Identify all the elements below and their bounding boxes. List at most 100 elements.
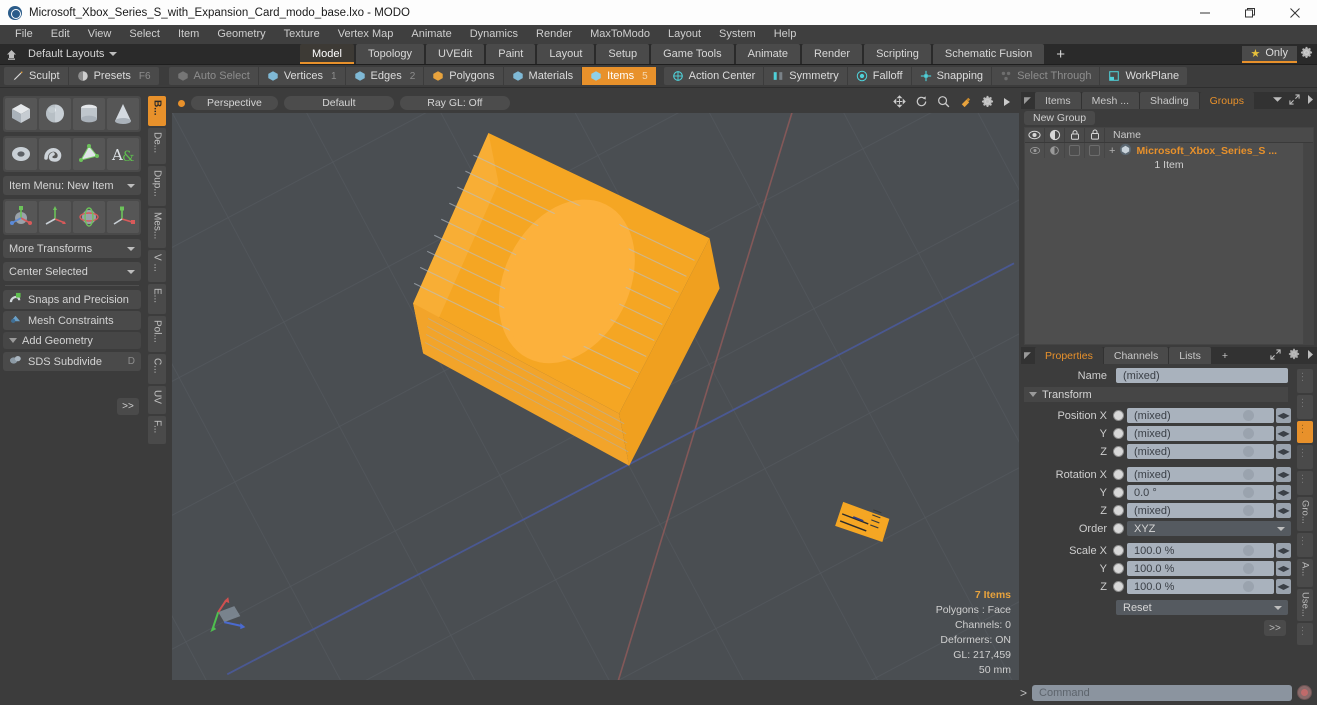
scale-x-stepper[interactable]: ◀▶	[1276, 543, 1291, 558]
expander-icon[interactable]: +	[1109, 145, 1115, 157]
rotation-x-key-toggle[interactable]	[1113, 469, 1124, 480]
menu-select[interactable]: Select	[120, 25, 169, 44]
vtab-duplicate[interactable]: Dup...	[148, 166, 166, 206]
tab-scripting[interactable]: Scripting	[864, 44, 931, 64]
tree-scrollbar[interactable]	[1304, 143, 1313, 344]
command-input[interactable]: Command	[1032, 684, 1292, 701]
tab-mesh[interactable]: Mesh ...	[1081, 92, 1140, 109]
menu-system[interactable]: System	[710, 25, 765, 44]
menu-layout[interactable]: Layout	[659, 25, 710, 44]
rvtab-5[interactable]: ...	[1297, 471, 1313, 495]
tab-add[interactable]: +	[1212, 347, 1238, 364]
tab-shading[interactable]: Shading	[1140, 92, 1199, 109]
home-icon[interactable]	[0, 48, 22, 61]
workplane-button[interactable]: WorkPlane	[1100, 67, 1187, 85]
tab-paint[interactable]: Paint	[486, 44, 536, 64]
position-x-stepper[interactable]: ◀▶	[1276, 408, 1291, 423]
order-dropdown[interactable]: XYZ	[1127, 521, 1291, 536]
new-group-button[interactable]: New Group	[1024, 110, 1096, 125]
scale-x-field[interactable]: 100.0 %	[1127, 543, 1274, 558]
torus-tool[interactable]	[5, 138, 37, 170]
position-x-key-toggle[interactable]	[1113, 410, 1124, 421]
position-y-key-toggle[interactable]	[1113, 428, 1124, 439]
tab-render[interactable]: Render	[801, 44, 863, 64]
scale-x-key-toggle[interactable]	[1113, 545, 1124, 556]
rvtab-3[interactable]: ...	[1297, 421, 1313, 443]
scale-tool[interactable]	[107, 201, 139, 233]
rvtab-7[interactable]: ...	[1297, 533, 1313, 557]
rotate-tool[interactable]	[73, 201, 105, 233]
view-mode-dropdown[interactable]: Perspective	[191, 96, 278, 111]
tab-layout[interactable]: Layout	[537, 44, 595, 64]
rvtab-10[interactable]: ...	[1297, 623, 1313, 645]
panel-collapse-icon[interactable]: ◤	[1021, 347, 1034, 364]
rotation-x-stepper[interactable]: ◀▶	[1276, 467, 1291, 482]
add-geometry-section[interactable]: Add Geometry	[3, 332, 141, 349]
raygl-dropdown[interactable]: Ray GL: Off	[399, 96, 510, 111]
tab-animate[interactable]: Animate	[735, 44, 800, 64]
rotation-z-key-toggle[interactable]	[1113, 505, 1124, 516]
list-item[interactable]: + Microsoft_Xbox_Series_S ...	[1105, 143, 1313, 158]
menu-help[interactable]: Help	[765, 25, 806, 44]
vtab-curve[interactable]: C...	[148, 354, 166, 384]
rvtab-2[interactable]: ...	[1297, 395, 1313, 419]
add-tab-button[interactable]: +	[1046, 44, 1075, 64]
menu-maxtomodo[interactable]: MaxToModo	[581, 25, 659, 44]
item-menu-dropdown[interactable]: Item Menu: New Item	[3, 176, 141, 195]
tab-uvedit[interactable]: UVEdit	[426, 44, 485, 64]
scale-y-key-toggle[interactable]	[1113, 563, 1124, 574]
close-icon[interactable]	[1272, 0, 1317, 25]
record-icon[interactable]	[1297, 685, 1312, 700]
rotation-y-field[interactable]: 0.0 °	[1127, 485, 1274, 500]
minimize-icon[interactable]	[1182, 0, 1227, 25]
menu-file[interactable]: File	[6, 25, 42, 44]
cone-tool[interactable]	[107, 98, 139, 130]
checkbox[interactable]	[1069, 145, 1080, 156]
gear-icon[interactable]	[1288, 348, 1300, 363]
items-button[interactable]: Items 5	[582, 67, 656, 85]
menu-texture[interactable]: Texture	[275, 25, 329, 44]
falloff-button[interactable]: Falloff	[848, 67, 912, 85]
tab-lists[interactable]: Lists	[1169, 347, 1211, 364]
rotation-x-field[interactable]: (mixed)	[1127, 467, 1274, 482]
polygons-button[interactable]: Polygons	[424, 67, 504, 85]
cylinder-tool[interactable]	[73, 98, 105, 130]
vertices-button[interactable]: Vertices 1	[259, 67, 346, 85]
menu-edit[interactable]: Edit	[42, 25, 79, 44]
auto-select-button[interactable]: Auto Select	[169, 67, 259, 85]
mesh-constraints-button[interactable]: Mesh Constraints	[3, 311, 141, 330]
default-layouts-dropdown[interactable]: Default Layouts	[22, 48, 118, 60]
tab-topology[interactable]: Topology	[355, 44, 425, 64]
scale-z-field[interactable]: 100.0 %	[1127, 579, 1274, 594]
position-y-field[interactable]: (mixed)	[1127, 426, 1274, 441]
menu-view[interactable]: View	[79, 25, 121, 44]
scale-y-field[interactable]: 100.0 %	[1127, 561, 1274, 576]
scale-z-key-toggle[interactable]	[1113, 581, 1124, 592]
expand-icon[interactable]	[1289, 93, 1300, 108]
expand-properties-button[interactable]: >>	[1264, 620, 1286, 636]
table-row[interactable]: + Microsoft_Xbox_Series_S ...	[1025, 143, 1313, 158]
select-through-button[interactable]: Select Through	[992, 67, 1101, 85]
cube-tool[interactable]	[5, 98, 37, 130]
shading-dropdown[interactable]: Default	[283, 96, 394, 111]
chevron-right-icon[interactable]	[1307, 94, 1314, 107]
snaps-and-precision-button[interactable]: Snaps and Precision	[3, 290, 141, 309]
pan-hand-icon[interactable]	[959, 95, 972, 111]
symmetry-button[interactable]: Symmetry	[764, 67, 848, 85]
only-button[interactable]: ★ Only	[1241, 45, 1297, 63]
menu-dynamics[interactable]: Dynamics	[461, 25, 527, 44]
position-z-key-toggle[interactable]	[1113, 446, 1124, 457]
scale-z-stepper[interactable]: ◀▶	[1276, 579, 1291, 594]
capsule-tool[interactable]	[39, 138, 71, 170]
tab-properties[interactable]: Properties	[1035, 347, 1103, 364]
rvtab-user[interactable]: Use...	[1297, 589, 1313, 621]
tab-schematic-fusion[interactable]: Schematic Fusion	[932, 44, 1045, 64]
reset-dropdown[interactable]: Reset	[1116, 600, 1288, 615]
name-field[interactable]: (mixed)	[1116, 368, 1288, 383]
maximize-icon[interactable]	[1227, 0, 1272, 25]
expand-left-panel-button[interactable]: >>	[117, 398, 139, 415]
vtab-edge[interactable]: E...	[148, 284, 166, 314]
menu-animate[interactable]: Animate	[402, 25, 460, 44]
rotation-y-stepper[interactable]: ◀▶	[1276, 485, 1291, 500]
move-tool[interactable]	[39, 201, 71, 233]
